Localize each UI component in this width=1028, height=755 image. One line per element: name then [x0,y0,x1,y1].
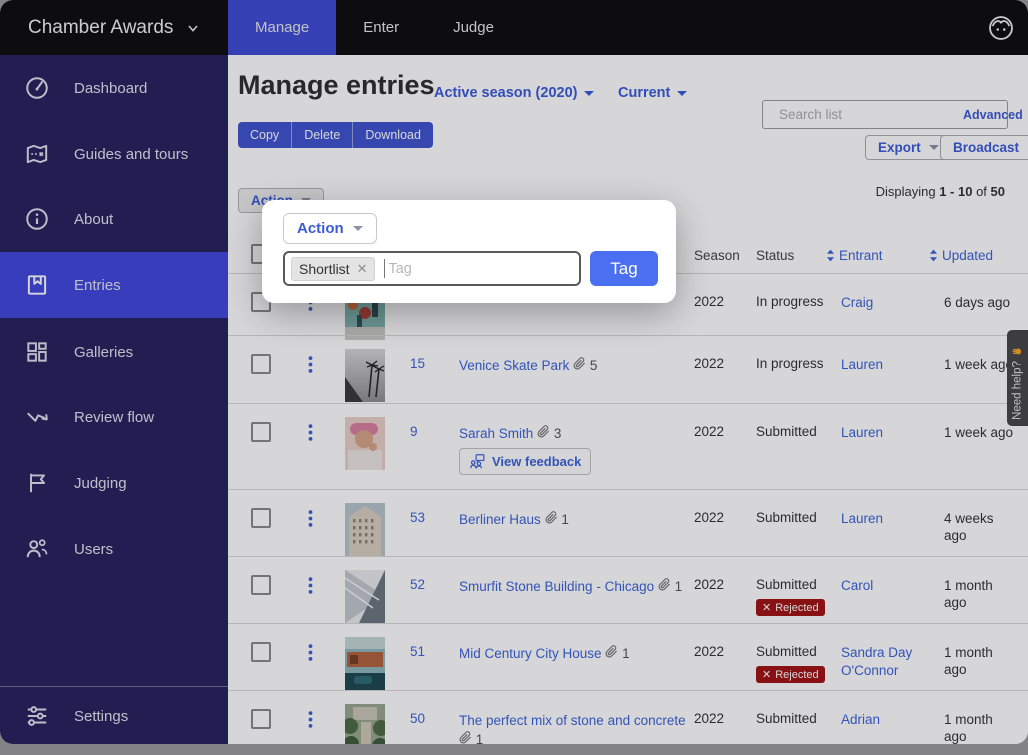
tag-submit-button[interactable]: Tag [590,251,658,286]
tag-input[interactable]: Shortlist ✕ Tag [283,251,581,286]
text-cursor [384,259,385,278]
caret-down-icon [353,226,363,231]
tag-popup: Action Shortlist ✕ Tag Tag [262,200,676,303]
modal-scrim [0,0,1028,744]
remove-chip-icon[interactable]: ✕ [357,261,368,277]
tag-chip-shortlist[interactable]: Shortlist ✕ [291,257,375,281]
tag-placeholder: Tag [388,261,411,277]
app-window: Chamber Awards Manage Enter Judge Dashbo… [0,0,1028,744]
popup-action-dropdown[interactable]: Action [283,213,377,244]
